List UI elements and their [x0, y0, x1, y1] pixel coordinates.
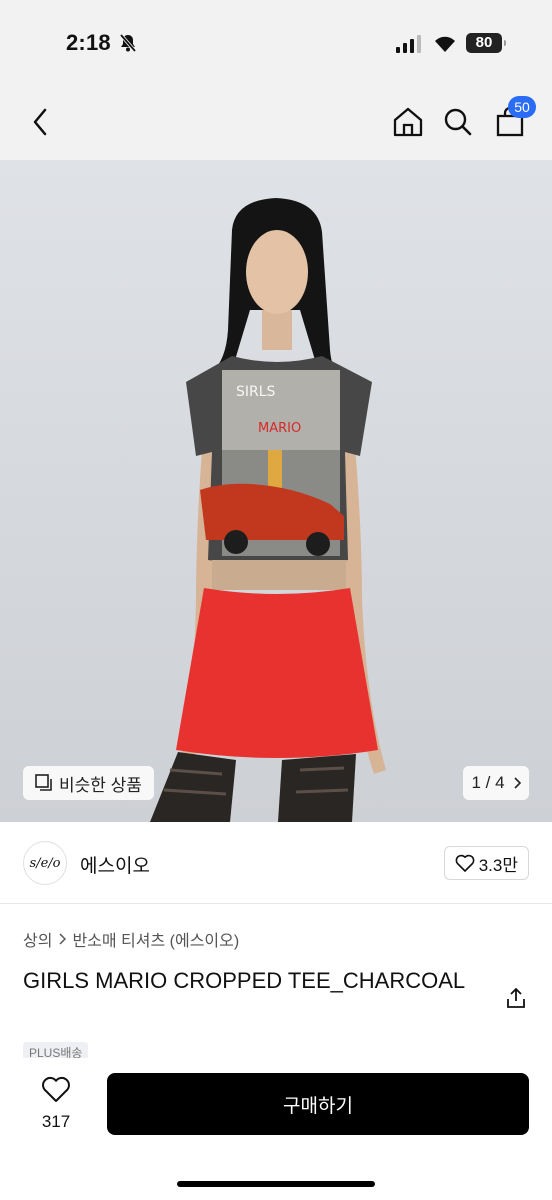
cart-button[interactable]: 50: [490, 96, 536, 142]
image-counter-text: 1 / 4: [471, 773, 505, 792]
wishlist-button[interactable]: 317: [30, 1076, 82, 1132]
wishlist-count: 317: [41, 1112, 71, 1131]
signal-icon: [396, 35, 421, 53]
nav-bar: 50: [0, 88, 552, 160]
cart-count-badge: 50: [508, 96, 536, 118]
home-icon: [393, 107, 423, 137]
similar-items-icon: [35, 774, 52, 791]
search-button[interactable]: [438, 102, 478, 142]
home-indicator: [177, 1181, 375, 1187]
heart-icon: [42, 1076, 70, 1102]
search-icon: [444, 108, 472, 136]
brand-logo[interactable]: s/e/o: [23, 841, 67, 885]
similar-products-label: 비슷한 상품: [59, 775, 142, 795]
chevron-left-icon: [33, 108, 47, 136]
product-image-gallery[interactable]: SIRLS MARIO 비슷한 상품 1 / 4: [0, 160, 552, 822]
status-time: 2:18: [66, 30, 111, 55]
brand-name[interactable]: 에스이오: [80, 851, 150, 878]
buy-button[interactable]: 구매하기: [107, 1073, 529, 1135]
share-icon: [507, 987, 525, 1008]
brand-row: s/e/o 에스이오 3.3만: [0, 822, 552, 904]
svg-text:MARIO: MARIO: [258, 421, 301, 436]
svg-text:SIRLS: SIRLS: [236, 384, 276, 400]
product-title: GIRLS MARIO CROPPED TEE_CHARCOAL: [23, 968, 466, 993]
wifi-icon: [435, 36, 455, 52]
brand-like-count: 3.3만: [478, 855, 518, 875]
breadcrumb-category[interactable]: 상의: [23, 927, 52, 951]
image-counter[interactable]: 1 / 4: [463, 766, 529, 800]
heart-icon: [455, 854, 475, 872]
breadcrumb: 상의 반소매 티셔츠 (에스이오): [23, 927, 239, 951]
product-photo: SIRLS MARIO: [150, 198, 386, 822]
status-bar: 2:18 80: [0, 0, 552, 88]
battery-indicator: 80: [466, 33, 506, 53]
bell-mute-icon: [119, 33, 137, 53]
brand-like-button[interactable]: 3.3만: [443, 846, 529, 880]
home-button[interactable]: [388, 102, 428, 142]
share-button[interactable]: [504, 986, 528, 1010]
back-button[interactable]: [20, 102, 60, 142]
chevron-right-icon: [513, 777, 521, 789]
breadcrumb-subcategory[interactable]: 반소매 티셔츠 (에스이오): [72, 927, 239, 951]
bottom-action-bar: 317 구매하기: [0, 1058, 552, 1200]
chevron-right-icon: [59, 933, 67, 945]
similar-products-button[interactable]: 비슷한 상품: [23, 766, 154, 800]
